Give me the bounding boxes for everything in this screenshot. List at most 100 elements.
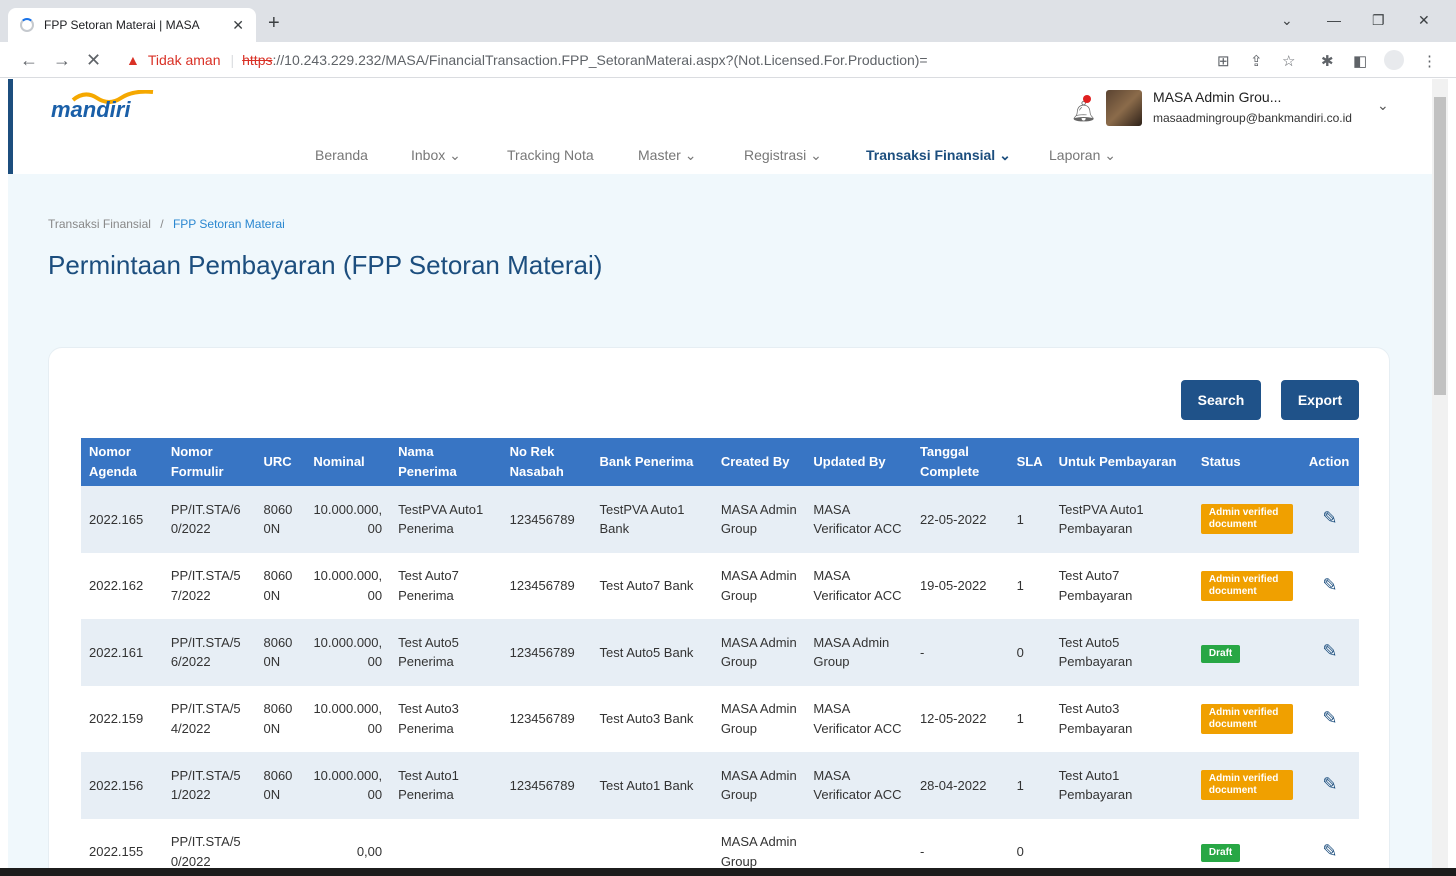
col-header[interactable]: Tanggal Complete bbox=[911, 438, 1009, 486]
cell-penerima bbox=[390, 819, 501, 869]
chevron-down-icon: ⌄ bbox=[449, 147, 461, 163]
restore-icon[interactable]: ❐ bbox=[1372, 12, 1385, 29]
tab-search-icon[interactable]: ⌄ bbox=[1281, 12, 1293, 29]
extensions-icon[interactable]: ✱ bbox=[1321, 52, 1334, 70]
scrollbar-thumb[interactable] bbox=[1434, 97, 1446, 395]
cell-penerima: Test Auto3 Penerima bbox=[398, 701, 459, 736]
avatar[interactable] bbox=[1106, 90, 1142, 126]
edit-icon[interactable]: ✎ bbox=[1322, 575, 1337, 595]
cell-agenda: 2022.155 bbox=[89, 844, 144, 859]
col-header[interactable]: URC bbox=[255, 438, 306, 486]
col-header[interactable]: SLA bbox=[1008, 438, 1051, 486]
cell-created-by: MASA Admin Group bbox=[720, 701, 797, 736]
cell-nominal: 10.000.000,00 bbox=[313, 701, 383, 736]
edit-icon[interactable]: ✎ bbox=[1322, 508, 1337, 528]
cell-updated-by: MASA Verificator ACC bbox=[805, 752, 912, 819]
tab-close-icon[interactable]: ✕ bbox=[232, 17, 244, 34]
cell-urc: 80600N bbox=[255, 619, 306, 686]
cell-urc: 80600N bbox=[255, 752, 306, 819]
nav-transaksi-finansial[interactable]: Transaksi Finansial ⌄ bbox=[866, 147, 1011, 164]
nav-tracking-nota[interactable]: Tracking Nota bbox=[507, 147, 594, 163]
cell-bank: Test Auto5 Bank bbox=[591, 619, 713, 686]
col-header[interactable]: Nomor Formulir bbox=[162, 438, 256, 486]
col-header[interactable]: Created By bbox=[712, 438, 806, 486]
page-scrollbar[interactable] bbox=[1432, 79, 1448, 868]
nav-beranda[interactable]: Beranda bbox=[315, 147, 368, 163]
cell-untuk: Test Auto7 Pembayaran bbox=[1058, 568, 1133, 603]
edit-icon[interactable]: ✎ bbox=[1322, 774, 1337, 794]
nav-laporan[interactable]: Laporan ⌄ bbox=[1049, 147, 1116, 164]
table-row[interactable]: 2022.165 PP/IT.STA/60/2022 80600N 10.000… bbox=[81, 486, 1359, 553]
mandiri-logo[interactable]: mandiri bbox=[51, 97, 130, 123]
user-name: MASA Admin Grou... bbox=[1153, 89, 1282, 105]
cell-penerima: Test Auto7 Penerima bbox=[398, 568, 459, 603]
table-row[interactable]: 2022.155 PP/IT.STA/50/2022 0,00 MASA Adm… bbox=[81, 819, 1359, 869]
cell-action: ✎ bbox=[1301, 553, 1359, 620]
col-header[interactable]: Updated By bbox=[805, 438, 912, 486]
minimize-icon[interactable]: — bbox=[1327, 12, 1341, 28]
browser-tab[interactable]: FPP Setoran Materai | MASA ✕ bbox=[8, 8, 256, 42]
breadcrumb-parent[interactable]: Transaksi Finansial bbox=[48, 217, 151, 231]
cell-tanggal: 28-04-2022 bbox=[911, 752, 1009, 819]
table-row[interactable]: 2022.156 PP/IT.STA/51/2022 80600N 10.000… bbox=[81, 752, 1359, 819]
search-button[interactable]: Search bbox=[1181, 380, 1261, 420]
table-row[interactable]: 2022.159 PP/IT.STA/54/2022 80600N 10.000… bbox=[81, 686, 1359, 753]
edit-icon[interactable]: ✎ bbox=[1322, 708, 1337, 728]
edit-icon[interactable]: ✎ bbox=[1322, 841, 1337, 861]
cell-updated-by: MASA Verificator ACC bbox=[805, 486, 912, 553]
side-panel-icon[interactable]: ◧ bbox=[1353, 52, 1367, 70]
chevron-down-icon: ⌄ bbox=[810, 147, 822, 163]
share-icon[interactable]: ⇪ bbox=[1250, 52, 1263, 70]
cell-rek: 123456789 bbox=[509, 711, 575, 726]
table-header-row: Nomor Agenda Nomor Formulir URC Nominal … bbox=[81, 438, 1359, 486]
edit-icon[interactable]: ✎ bbox=[1322, 641, 1337, 661]
col-header[interactable]: Nama Penerima bbox=[390, 438, 502, 486]
cell-action: ✎ bbox=[1301, 819, 1359, 869]
cell-status: Admin verified document bbox=[1193, 553, 1301, 620]
col-header[interactable]: No Rek Nasabah bbox=[501, 438, 592, 486]
window-close-icon[interactable]: ✕ bbox=[1418, 12, 1430, 29]
breadcrumb-current: FPP Setoran Materai bbox=[172, 217, 285, 231]
col-header[interactable]: Nominal bbox=[305, 438, 391, 486]
table-row[interactable]: 2022.161 PP/IT.STA/56/2022 80600N 10.000… bbox=[81, 619, 1359, 686]
translate-icon[interactable]: ⊞ bbox=[1217, 52, 1230, 70]
profile-icon[interactable] bbox=[1384, 50, 1404, 70]
new-tab-button[interactable]: + bbox=[268, 12, 280, 35]
bell-icon[interactable]: 🔔︎ bbox=[1071, 99, 1096, 124]
cell-updated-by: MASA Admin Group bbox=[805, 619, 912, 686]
cell-created-by: MASA Admin Group bbox=[720, 568, 797, 603]
nav-master[interactable]: Master ⌄ bbox=[638, 147, 696, 164]
cell-rek: 123456789 bbox=[501, 752, 592, 819]
cell-sla: 1 bbox=[1008, 752, 1051, 819]
cell-tanggal: - bbox=[919, 844, 925, 859]
user-menu-chevron-down-icon[interactable]: ⌄ bbox=[1377, 97, 1389, 114]
kebab-menu-icon[interactable]: ⋮ bbox=[1422, 52, 1437, 70]
cell-formulir: PP/IT.STA/51/2022 bbox=[162, 752, 256, 819]
user-email: masaadmingroup@bankmandiri.co.id bbox=[1153, 111, 1352, 125]
bookmark-star-icon[interactable]: ☆ bbox=[1282, 52, 1295, 70]
forward-arrow-icon[interactable]: → bbox=[53, 50, 71, 71]
col-header[interactable]: Nomor Agenda bbox=[81, 438, 163, 486]
col-header[interactable]: Status bbox=[1192, 438, 1301, 486]
export-button[interactable]: Export bbox=[1281, 380, 1359, 420]
page-title: Permintaan Pembayaran (FPP Setoran Mater… bbox=[48, 250, 603, 280]
cell-tanggal: - bbox=[911, 619, 1009, 686]
table-row[interactable]: 2022.162 PP/IT.STA/57/2022 80600N 10.000… bbox=[81, 553, 1359, 620]
col-header[interactable]: Untuk Pembayaran bbox=[1050, 438, 1193, 486]
stop-loading-icon[interactable]: ✕ bbox=[86, 50, 101, 71]
insecure-label[interactable]: Tidak aman bbox=[148, 52, 221, 68]
cell-penerima: Test Auto5 Penerima bbox=[390, 619, 502, 686]
status-badge: Draft bbox=[1200, 644, 1241, 663]
url-bar[interactable]: ▲ Tidak aman | https ://10.243.229.232/M… bbox=[116, 45, 1276, 75]
nav-inbox[interactable]: Inbox ⌄ bbox=[411, 147, 461, 164]
status-badge: Admin verified document bbox=[1200, 770, 1293, 801]
cell-untuk: Test Auto3 Pembayaran bbox=[1058, 701, 1133, 736]
cell-penerima: TestPVA Auto1 Penerima bbox=[390, 486, 502, 553]
nav-registrasi[interactable]: Registrasi ⌄ bbox=[744, 147, 822, 164]
warning-icon: ▲ bbox=[126, 52, 140, 68]
status-badge: Admin verified document bbox=[1200, 504, 1293, 535]
col-header[interactable]: Bank Penerima bbox=[591, 438, 713, 486]
tab-title: FPP Setoran Materai | MASA bbox=[44, 18, 200, 32]
cell-urc: 80600N bbox=[263, 568, 293, 603]
back-arrow-icon[interactable]: ← bbox=[20, 50, 38, 71]
